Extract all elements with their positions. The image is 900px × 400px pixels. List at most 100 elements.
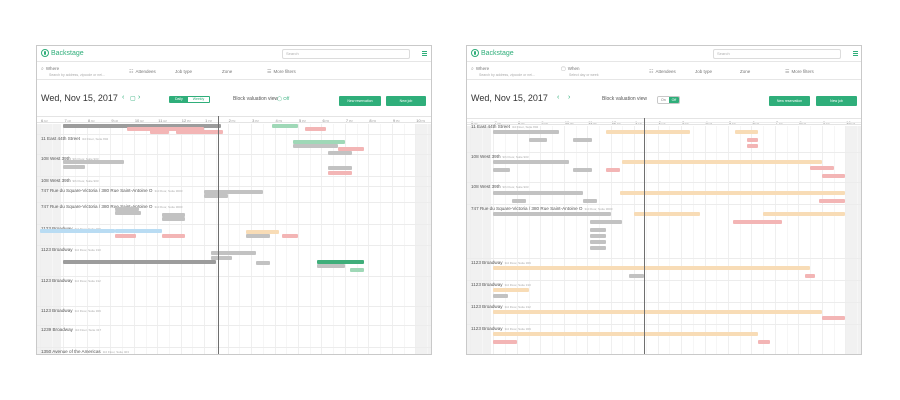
location-label[interactable]: 1123 Broadway3rd Floor, Suite 309: [471, 326, 531, 331]
booking-block[interactable]: [589, 234, 607, 238]
booking-block[interactable]: [63, 165, 85, 169]
attendees-filter[interactable]: ☷ Attendees: [129, 69, 156, 75]
daily-view[interactable]: Daily: [170, 97, 188, 102]
location-label[interactable]: 1123 Broadway 3rd Floor, Suite 312: [471, 304, 531, 309]
more-filters[interactable]: ☰ More filters: [267, 69, 296, 75]
location-label[interactable]: 1239 Broadway 3rd Floor, Suite 317: [41, 327, 101, 332]
booking-block[interactable]: [589, 246, 607, 250]
zone-filter[interactable]: Zone: [222, 69, 232, 74]
block-valuation-switch[interactable]: ◯ Off: [277, 96, 289, 102]
location-label[interactable]: 11 East 44th Street 3rd Floor, Suite 802: [471, 124, 538, 129]
attendees-filter[interactable]: ☷ Attendees: [649, 69, 676, 75]
booking-block[interactable]: [493, 310, 822, 314]
where-filter[interactable]: ⌕ Where Search by address, zipcode or nei…: [41, 66, 105, 77]
booking-block[interactable]: [629, 274, 644, 278]
menu-icon[interactable]: [853, 51, 858, 56]
booking-block[interactable]: [620, 191, 846, 195]
booking-block[interactable]: [493, 288, 529, 292]
booking-block[interactable]: [821, 316, 846, 320]
booking-block[interactable]: [606, 130, 691, 134]
booking-block[interactable]: [589, 228, 607, 232]
booking-block[interactable]: [115, 234, 137, 238]
prev-day-icon[interactable]: ‹: [122, 94, 124, 101]
booking-block[interactable]: [63, 260, 216, 264]
booking-block[interactable]: [573, 138, 592, 142]
booking-block[interactable]: [63, 160, 125, 164]
location-label[interactable]: 1123 Broadway 3rd Floor, Suite 310: [41, 247, 101, 252]
job-type-filter[interactable]: Job type: [695, 69, 712, 74]
prev-day-icon[interactable]: ‹: [557, 94, 559, 101]
booking-block[interactable]: [493, 191, 583, 195]
booking-block[interactable]: [493, 294, 508, 298]
booking-block[interactable]: [493, 340, 517, 344]
booking-block[interactable]: [493, 130, 560, 134]
booking-block[interactable]: [328, 166, 352, 170]
location-label[interactable]: 1350 Avenue of the Americas 3rd Floor, Su…: [41, 349, 129, 354]
booking-block[interactable]: [176, 130, 223, 134]
location-label[interactable]: 1123 Broadway3rd Floor, Suite 309: [41, 308, 101, 313]
job-type-filter[interactable]: Job type: [175, 69, 192, 74]
search-input[interactable]: Search: [713, 49, 841, 59]
app-logo[interactable]: Backstage: [471, 49, 514, 57]
block-valuation-toggle[interactable]: On Off: [657, 96, 681, 104]
booking-block[interactable]: [40, 229, 116, 233]
booking-block[interactable]: [115, 229, 162, 233]
booking-block[interactable]: [349, 268, 364, 272]
booking-block[interactable]: [528, 138, 548, 142]
booking-block[interactable]: [150, 130, 169, 134]
location-label[interactable]: 108 West 39th 9th Floor, Suite 903: [471, 184, 529, 189]
booking-block[interactable]: [758, 340, 771, 344]
booking-block[interactable]: [161, 234, 186, 238]
zone-filter[interactable]: Zone: [740, 69, 750, 74]
booking-block[interactable]: [763, 212, 846, 216]
location-label[interactable]: 108 West 39th 9th Floor, Suite 903: [41, 178, 99, 183]
toggle-off[interactable]: Off: [668, 97, 680, 103]
booking-block[interactable]: [819, 199, 846, 203]
booking-block[interactable]: [746, 144, 759, 148]
booking-block[interactable]: [246, 234, 270, 238]
booking-block[interactable]: [732, 220, 782, 224]
menu-icon[interactable]: [422, 51, 427, 56]
calendar-icon[interactable]: ▢: [130, 95, 136, 102]
booking-block[interactable]: [161, 217, 186, 221]
location-label[interactable]: 747 Rue du Square-Victoria / 380 Rue Sai…: [41, 188, 182, 193]
app-logo[interactable]: Backstage: [41, 49, 84, 57]
booking-block[interactable]: [255, 261, 270, 265]
booking-block[interactable]: [512, 199, 527, 203]
booking-block[interactable]: [821, 174, 846, 178]
booking-block[interactable]: [589, 220, 623, 224]
booking-block[interactable]: [493, 168, 510, 172]
new-reservation-button[interactable]: New reservation: [339, 96, 381, 106]
booking-block[interactable]: [328, 171, 352, 175]
booking-block[interactable]: [293, 144, 338, 148]
booking-block[interactable]: [204, 194, 228, 198]
location-label[interactable]: 1123 Broadway 3rd Floor, Suite 312: [41, 278, 101, 283]
booking-block[interactable]: [493, 160, 569, 164]
booking-block[interactable]: [305, 127, 327, 131]
booking-block[interactable]: [582, 199, 597, 203]
where-filter[interactable]: ⌕ Where Search by address, zipcode or nei…: [471, 66, 535, 77]
search-input[interactable]: Search: [282, 49, 410, 59]
location-label[interactable]: 108 West 39th 9th Floor, Suite 903: [471, 154, 529, 159]
booking-block[interactable]: [746, 138, 759, 142]
next-day-icon[interactable]: ›: [138, 94, 140, 101]
new-reservation-button[interactable]: New reservation: [769, 96, 810, 106]
booking-block[interactable]: [493, 212, 611, 216]
booking-block[interactable]: [573, 168, 592, 172]
more-filters[interactable]: ☰ More filters: [785, 69, 814, 75]
booking-block[interactable]: [589, 240, 607, 244]
weekly-view[interactable]: Weekly: [187, 97, 210, 102]
booking-block[interactable]: [316, 264, 345, 268]
new-job-button[interactable]: New job: [386, 96, 426, 106]
booking-block[interactable]: [606, 168, 621, 172]
booking-block[interactable]: [805, 274, 815, 278]
toggle-on[interactable]: On: [658, 97, 669, 103]
location-label[interactable]: 747 Rue du Square-Victoria / 380 Rue Sai…: [471, 206, 612, 211]
booking-block[interactable]: [281, 234, 298, 238]
view-toggle[interactable]: Daily Weekly: [169, 96, 211, 103]
booking-block[interactable]: [328, 151, 352, 155]
booking-block[interactable]: [622, 160, 822, 164]
location-label[interactable]: 1123 Broadway3rd Floor, Suite 309: [471, 260, 531, 265]
booking-block[interactable]: [810, 166, 834, 170]
location-label[interactable]: 11 East 44th Street 3rd Floor, Suite 802: [41, 136, 108, 141]
